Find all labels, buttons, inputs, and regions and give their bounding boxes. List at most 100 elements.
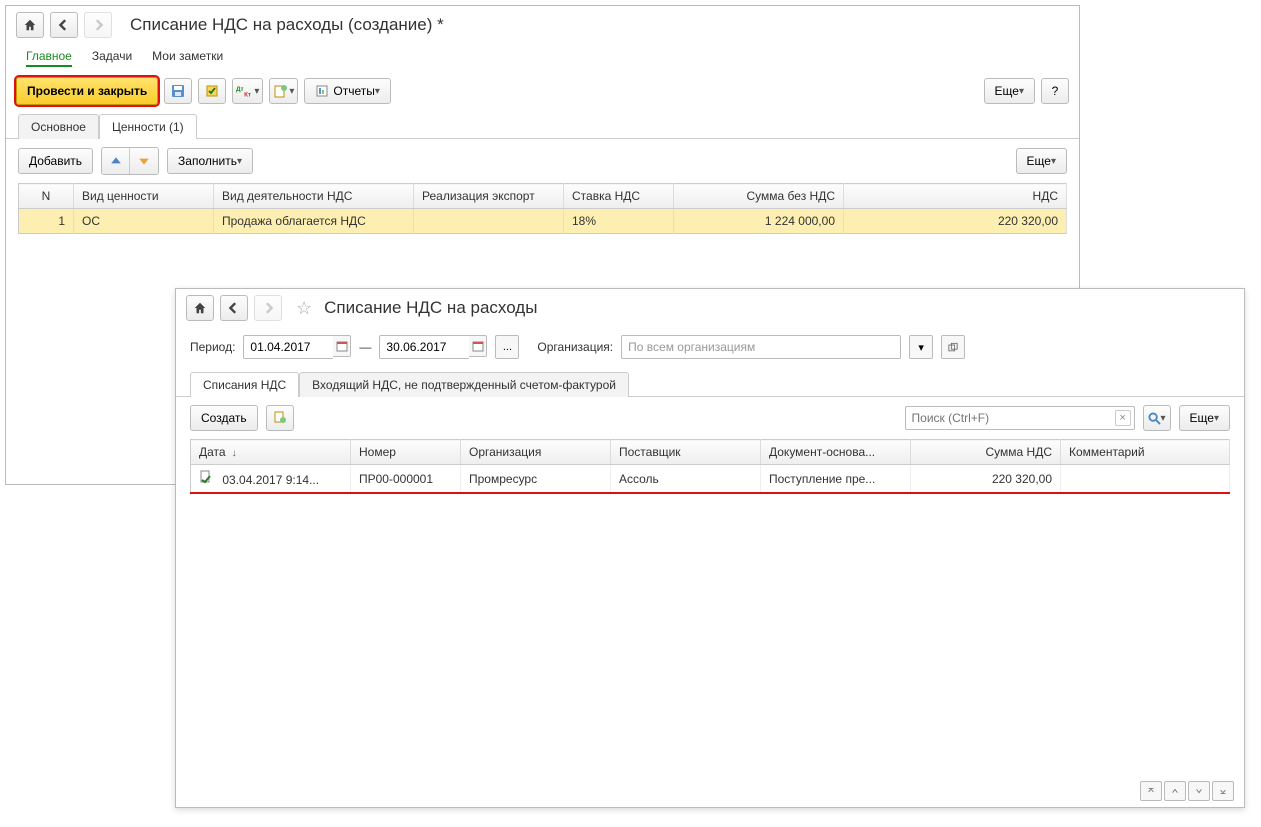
col-vat-sum[interactable]: Сумма НДС	[911, 440, 1061, 465]
cell-comment	[1061, 465, 1230, 494]
search-options-button[interactable]	[1143, 405, 1171, 431]
search-clear-button[interactable]: ×	[1115, 410, 1131, 426]
titlebar-2: ☆ Списание НДС на расходы	[176, 289, 1244, 327]
menu-row: Главное Задачи Мои заметки	[6, 44, 1079, 73]
org-open-button[interactable]	[941, 335, 965, 359]
back-button-2[interactable]	[220, 295, 248, 321]
forward-button-2[interactable]	[254, 295, 282, 321]
window-title-2: Списание НДС на расходы	[324, 298, 537, 318]
col-export[interactable]: Реализация экспорт	[414, 184, 564, 209]
scroll-top-button[interactable]	[1140, 781, 1162, 801]
reports-label: Отчеты	[333, 84, 374, 98]
fill-button[interactable]: Заполнить	[167, 148, 253, 174]
create-based-on-button[interactable]	[269, 78, 298, 104]
scroll-bottom-button[interactable]	[1212, 781, 1234, 801]
cell-type: ОС	[74, 209, 214, 234]
cell-rate: 18%	[564, 209, 674, 234]
search-input[interactable]	[905, 406, 1135, 430]
table-row[interactable]: 1 ОС Продажа облагается НДС 18% 1 224 00…	[19, 209, 1067, 234]
add-row-button[interactable]: Добавить	[18, 148, 93, 174]
cell-sum-no-vat: 1 224 000,00	[674, 209, 844, 234]
dt-kt-button[interactable]: ДтКт	[232, 78, 263, 104]
cell-date: 03.04.2017 9:14...	[191, 465, 351, 494]
col-comment[interactable]: Комментарий	[1061, 440, 1230, 465]
save-button[interactable]	[164, 78, 192, 104]
calendar-icon[interactable]	[333, 335, 351, 357]
col-vat-rate[interactable]: Ставка НДС	[564, 184, 674, 209]
org-select[interactable]: По всем организациям	[621, 335, 901, 359]
date-from-input[interactable]	[243, 335, 333, 359]
copy-button[interactable]	[266, 405, 294, 431]
col-activity-type[interactable]: Вид деятельности НДС	[214, 184, 414, 209]
org-label: Организация:	[537, 340, 613, 354]
create-button[interactable]: Создать	[190, 405, 258, 431]
cell-export	[414, 209, 564, 234]
tab-main[interactable]: Основное	[18, 114, 99, 139]
document-icon	[199, 470, 213, 484]
cell-number: ПР00-000001	[351, 465, 461, 494]
tabs-row-2: Списания НДС Входящий НДС, не подтвержде…	[176, 367, 1244, 397]
cell-org: Промресурс	[461, 465, 611, 494]
col-org[interactable]: Организация	[461, 440, 611, 465]
titlebar: Списание НДС на расходы (создание) *	[6, 6, 1079, 44]
post-button[interactable]	[198, 78, 226, 104]
cell-supplier: Ассоль	[611, 465, 761, 494]
list-toolbar: Создать × Еще	[176, 397, 1244, 439]
list-window: ☆ Списание НДС на расходы Период: — ... …	[175, 288, 1245, 808]
cell-basedoc: Поступление пре...	[761, 465, 911, 494]
forward-button[interactable]	[84, 12, 112, 38]
tab-incoming-vat[interactable]: Входящий НДС, не подтвержденный счетом-ф…	[299, 372, 629, 397]
window-title: Списание НДС на расходы (создание) *	[130, 15, 444, 35]
help-button[interactable]: ?	[1041, 78, 1069, 104]
scroll-nav	[1140, 781, 1234, 801]
more-button-3[interactable]: Еще	[1179, 405, 1230, 431]
favorite-icon[interactable]: ☆	[296, 298, 312, 319]
col-supplier[interactable]: Поставщик	[611, 440, 761, 465]
reports-button[interactable]: Отчеты	[304, 78, 391, 104]
tab-values[interactable]: Ценности (1)	[99, 114, 197, 139]
cell-n: 1	[19, 209, 74, 234]
post-and-close-button[interactable]: Провести и закрыть	[16, 77, 158, 105]
col-n[interactable]: N	[19, 184, 74, 209]
values-table: N Вид ценности Вид деятельности НДС Реал…	[18, 183, 1067, 234]
tab-writeoffs[interactable]: Списания НДС	[190, 372, 299, 397]
period-picker-button[interactable]: ...	[495, 335, 519, 359]
cell-vat: 220 320,00	[844, 209, 1067, 234]
org-dropdown-button[interactable]: ▾	[909, 335, 933, 359]
move-down-button[interactable]	[130, 148, 158, 174]
menu-main[interactable]: Главное	[26, 47, 72, 67]
cell-vat-sum: 220 320,00	[911, 465, 1061, 494]
list-row[interactable]: 03.04.2017 9:14... ПР00-000001 Промресур…	[191, 465, 1230, 494]
home-button-2[interactable]	[186, 295, 214, 321]
col-vat[interactable]: НДС	[844, 184, 1067, 209]
more-button[interactable]: Еще	[984, 78, 1035, 104]
svg-text:Дт: Дт	[236, 86, 244, 93]
dash: —	[359, 340, 371, 354]
scroll-down-button[interactable]	[1188, 781, 1210, 801]
col-number[interactable]: Номер	[351, 440, 461, 465]
back-button[interactable]	[50, 12, 78, 38]
menu-notes[interactable]: Мои заметки	[152, 47, 223, 67]
list-header-row: Дата↓ Номер Организация Поставщик Докуме…	[191, 440, 1230, 465]
cell-activity: Продажа облагается НДС	[214, 209, 414, 234]
writeoffs-table: Дата↓ Номер Организация Поставщик Докуме…	[190, 439, 1230, 494]
table-header-row: N Вид ценности Вид деятельности НДС Реал…	[19, 184, 1067, 209]
scroll-up-button[interactable]	[1164, 781, 1186, 801]
date-to-input[interactable]	[379, 335, 469, 359]
col-date[interactable]: Дата↓	[191, 440, 351, 465]
menu-tasks[interactable]: Задачи	[92, 47, 132, 67]
home-button[interactable]	[16, 12, 44, 38]
org-placeholder: По всем организациям	[628, 340, 755, 354]
sort-desc-icon: ↓	[232, 448, 237, 459]
tabs-row: Основное Ценности (1)	[6, 109, 1079, 139]
move-up-button[interactable]	[102, 148, 130, 174]
period-label: Период:	[190, 340, 235, 354]
svg-text:Кт: Кт	[244, 91, 251, 98]
col-value-type[interactable]: Вид ценности	[74, 184, 214, 209]
calendar-icon-2[interactable]	[469, 335, 487, 357]
values-toolbar: Добавить Заполнить Еще	[6, 139, 1079, 183]
more-button-2[interactable]: Еще	[1016, 148, 1067, 174]
filter-row: Период: — ... Организация: По всем орган…	[176, 327, 1244, 367]
col-sum-no-vat[interactable]: Сумма без НДС	[674, 184, 844, 209]
col-base-doc[interactable]: Документ-основа...	[761, 440, 911, 465]
